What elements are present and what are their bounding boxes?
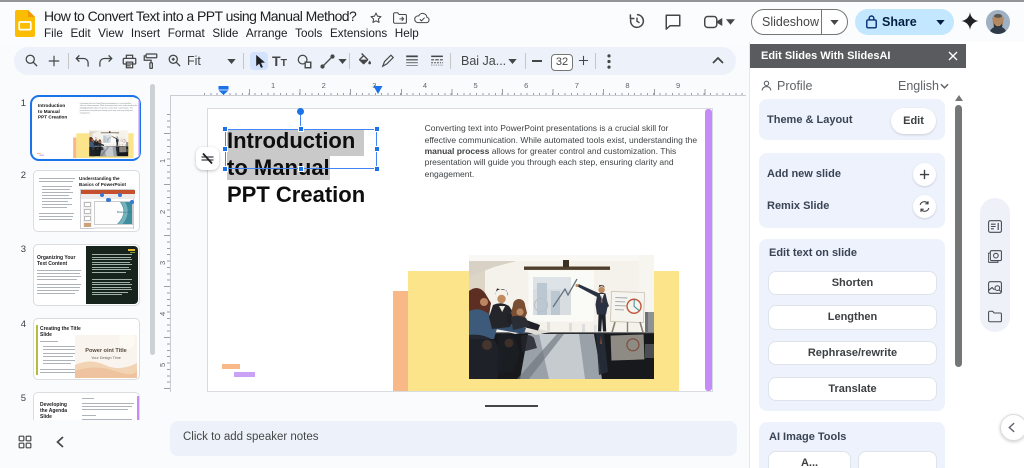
svg-text:Basics of P.: Basics of P. [117, 210, 133, 214]
